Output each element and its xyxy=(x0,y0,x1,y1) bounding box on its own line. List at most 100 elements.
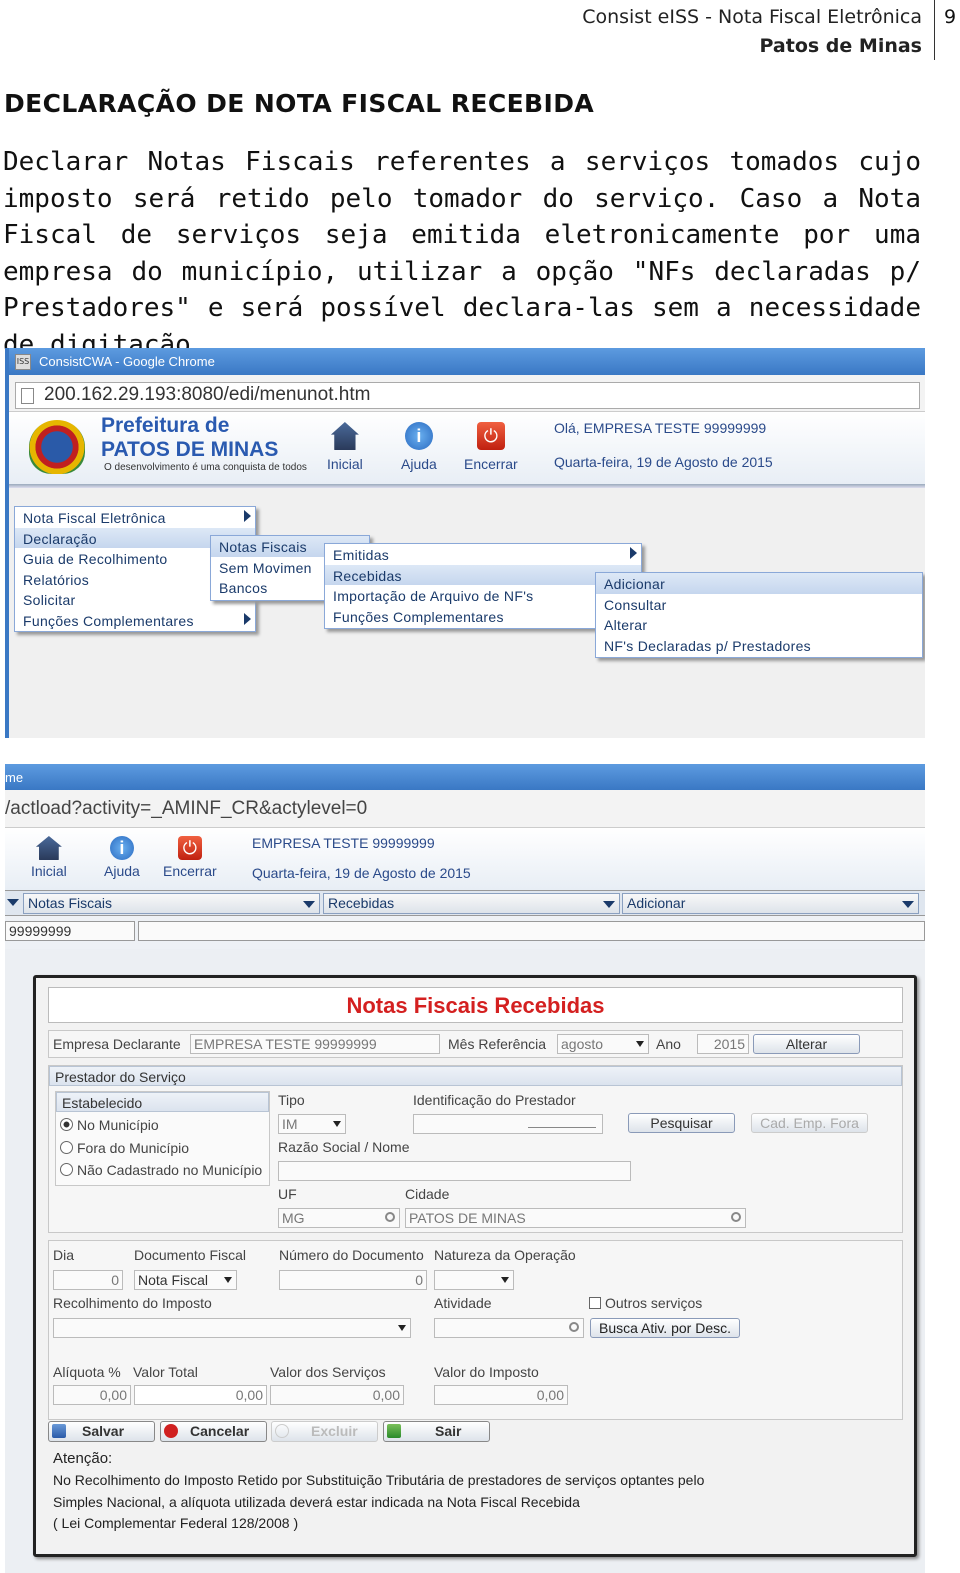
valor-servicos-field[interactable]: 0,00 xyxy=(270,1385,404,1405)
alterar-button[interactable]: Alterar xyxy=(753,1034,860,1054)
power-icon: ⏻ xyxy=(177,836,202,860)
excluir-button[interactable]: Excluir xyxy=(271,1421,378,1442)
search-icon[interactable] xyxy=(569,1322,579,1332)
save-icon xyxy=(52,1424,66,1438)
menu-item-adicionar[interactable]: Adicionar xyxy=(596,573,922,594)
recolhimento-select[interactable] xyxy=(53,1318,411,1338)
menu-item-label: Recebidas xyxy=(333,567,402,584)
chevron-right-icon xyxy=(244,510,251,522)
recolhimento-label: Recolhimento do Imposto xyxy=(53,1295,212,1311)
busca-atividade-button[interactable]: Busca Ativ. por Desc. xyxy=(590,1318,740,1338)
search-icon[interactable] xyxy=(731,1212,741,1222)
radio-label: Fora do Município xyxy=(77,1140,190,1156)
sair-button[interactable]: Sair xyxy=(383,1421,490,1442)
empresa-field[interactable]: EMPRESA TESTE 99999999 xyxy=(190,1034,440,1054)
form-area: Notas Fiscais Recebidas Empresa Declaran… xyxy=(5,949,925,1573)
attention-line: ( Lei Complementar Federal 128/2008 ) xyxy=(53,1515,299,1531)
tipo-value: IM xyxy=(282,1116,298,1132)
razao-field[interactable] xyxy=(278,1161,631,1181)
cidade-field[interactable]: PATOS DE MINAS xyxy=(405,1208,746,1228)
menu-item-label: Funções Complementares xyxy=(333,608,504,625)
valor-total-field[interactable]: 0,00 xyxy=(134,1385,267,1405)
natureza-label: Natureza da Operação xyxy=(434,1247,576,1263)
pesquisar-button[interactable]: Pesquisar xyxy=(628,1113,735,1133)
natureza-select[interactable] xyxy=(434,1270,514,1290)
uf-field[interactable]: MG xyxy=(278,1208,400,1228)
cancelar-label: Cancelar xyxy=(190,1423,250,1439)
cad-emp-fora-button[interactable]: Cad. Emp. Fora xyxy=(751,1113,868,1133)
radio-no-municipio[interactable]: No Município xyxy=(60,1117,159,1133)
url-input[interactable]: /actload?activity=_AMINF_CR&actylevel=0 xyxy=(5,790,925,828)
valor-imposto-field[interactable]: 0,00 xyxy=(434,1385,568,1405)
app-banner: Prefeitura de PATOS DE MINAS O desenvolvi… xyxy=(9,412,925,484)
exit-button[interactable]: ⏻ Encerrar xyxy=(163,836,217,879)
estabelecido-header: Estabelecido xyxy=(56,1092,269,1112)
uf-label: UF xyxy=(278,1186,297,1202)
menu-item-label: Declaração xyxy=(23,530,97,547)
power-icon: ⏻ xyxy=(476,422,505,450)
nav-select-label: Recebidas xyxy=(328,895,395,911)
greeting: Olá, EMPRESA TESTE 99999999 xyxy=(554,420,767,436)
dropdown-arrow-icon xyxy=(7,899,19,906)
menu-item-nfe[interactable]: Nota Fiscal Eletrônica xyxy=(15,507,255,528)
chevron-right-icon xyxy=(244,612,251,625)
excluir-label: Excluir xyxy=(311,1423,358,1439)
status-field xyxy=(138,921,925,941)
sair-label: Sair xyxy=(435,1423,462,1439)
nav-select-recebidas[interactable]: Recebidas xyxy=(323,893,620,914)
attention-title: Atenção: xyxy=(53,1450,113,1467)
menu-item-funcoes-compl[interactable]: Funções Complementares xyxy=(325,606,641,627)
radio-label: Não Cadastrado no Município xyxy=(77,1162,263,1178)
radio-icon xyxy=(60,1163,73,1176)
menu-item-nfs-declaradas[interactable]: NF's Declaradas p/ Prestadores xyxy=(596,635,922,656)
ano-label: Ano xyxy=(656,1036,681,1052)
documento-select[interactable]: Nota Fiscal xyxy=(134,1270,237,1290)
dia-field[interactable]: 0 xyxy=(53,1270,123,1290)
menu-item-alterar[interactable]: Alterar xyxy=(596,614,922,635)
numero-field[interactable]: 0 xyxy=(279,1270,427,1290)
valor-servicos-label: Valor dos Serviços xyxy=(270,1364,386,1380)
menu-item-importacao[interactable]: Importação de Arquivo de NF's xyxy=(325,585,641,606)
cancelar-button[interactable]: Cancelar xyxy=(160,1421,267,1442)
menu-item-consultar[interactable]: Consultar xyxy=(596,594,922,615)
nav-select-adicionar[interactable]: Adicionar xyxy=(622,893,919,914)
cancel-icon xyxy=(164,1424,178,1438)
empresa-row: Empresa Declarante EMPRESA TESTE 9999999… xyxy=(48,1030,903,1058)
search-icon[interactable] xyxy=(385,1212,395,1222)
form-title: Notas Fiscais Recebidas xyxy=(48,987,903,1023)
notas-recebidas-panel: Notas Fiscais Recebidas Empresa Declaran… xyxy=(33,975,917,1557)
ano-field[interactable]: 2015 xyxy=(697,1034,749,1054)
outros-servicos-checkbox[interactable]: Outros serviços xyxy=(589,1295,702,1311)
home-button[interactable]: Inicial xyxy=(327,422,363,472)
nav-select-notas-fiscais[interactable]: Notas Fiscais xyxy=(23,893,320,914)
valor-imposto-label: Valor do Imposto xyxy=(434,1364,539,1380)
radio-nao-cadastrado[interactable]: Não Cadastrado no Município xyxy=(60,1162,262,1178)
identificacao-label: Identificação do Prestador xyxy=(413,1092,576,1108)
help-button[interactable]: i Ajuda xyxy=(401,422,437,472)
aliquota-field[interactable]: 0,00 xyxy=(53,1385,131,1405)
menu-item-label: Nota Fiscal Eletrônica xyxy=(23,510,166,526)
document-icon xyxy=(21,388,34,404)
company-id-field: 99999999 xyxy=(5,921,135,941)
salvar-button[interactable]: Salvar xyxy=(48,1421,155,1442)
menu-item-recebidas[interactable]: Recebidas xyxy=(325,564,641,586)
dropdown-arrow-icon xyxy=(303,901,315,908)
menu-item-label: Guia de Recolhimento xyxy=(23,551,168,568)
attention-line: No Recolhimento do Imposto Retido por Su… xyxy=(53,1472,705,1488)
recebidas-submenu: Adicionar Consultar Alterar NF's Declara… xyxy=(595,572,923,658)
menu-item-label: Adicionar xyxy=(604,576,666,592)
atividade-field[interactable] xyxy=(434,1318,584,1338)
browser-titlebar: me xyxy=(5,764,925,790)
brand-slogan: O desenvolvimento é uma conquista de tod… xyxy=(104,462,307,473)
url-input[interactable]: 200.162.29.193:8080/edi/menunot.htm xyxy=(15,382,920,409)
outros-servicos-label: Outros serviços xyxy=(605,1295,703,1311)
help-button[interactable]: i Ajuda xyxy=(104,836,140,879)
exit-button[interactable]: ⏻ Encerrar xyxy=(464,422,518,472)
home-button[interactable]: Inicial xyxy=(31,836,67,879)
menu-item-emitidas[interactable]: Emitidas xyxy=(325,544,641,565)
mes-select[interactable]: agosto xyxy=(557,1034,649,1054)
tipo-select[interactable]: IM xyxy=(278,1114,346,1134)
menu-item-funcoes[interactable]: Funções Complementares xyxy=(15,610,255,631)
identificacao-field[interactable] xyxy=(413,1114,603,1134)
radio-fora-municipio[interactable]: Fora do Município xyxy=(60,1140,189,1156)
